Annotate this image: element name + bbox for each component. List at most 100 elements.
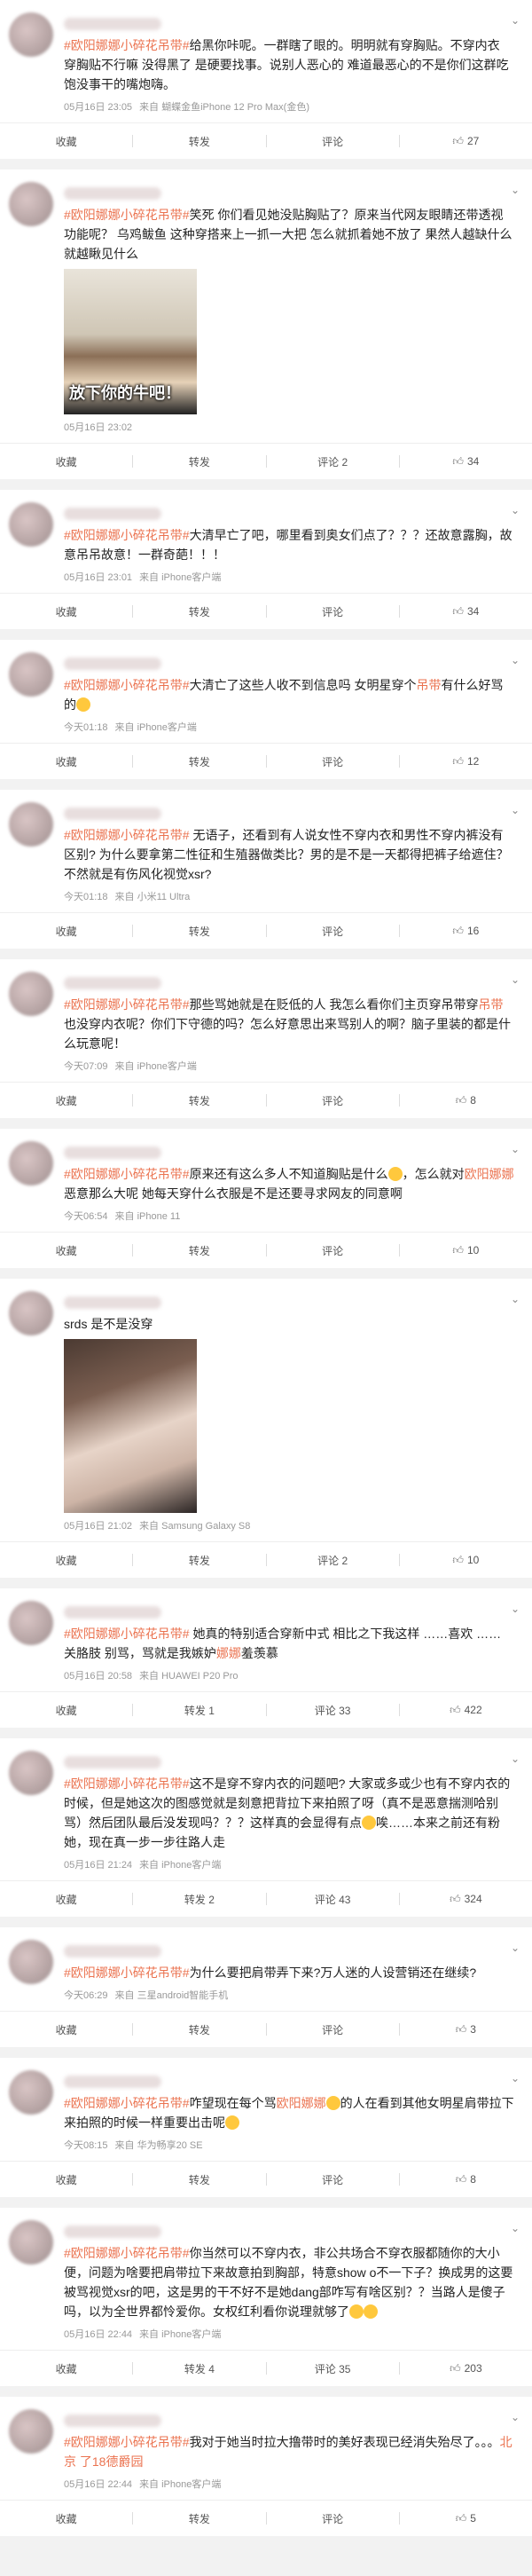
comment-button[interactable]: 评论: [267, 924, 399, 939]
forward-button[interactable]: 转发: [133, 2172, 265, 2187]
avatar[interactable]: [9, 1751, 53, 1795]
collect-button[interactable]: 收藏: [0, 604, 132, 619]
topic-link[interactable]: 吊带: [478, 997, 503, 1012]
collect-button[interactable]: 收藏: [0, 754, 132, 769]
topic-link[interactable]: #欧阳娜娜小碎花吊带#: [64, 38, 190, 52]
like-button[interactable]: 👍︎ 3: [400, 2023, 532, 2036]
forward-button[interactable]: 转发: [133, 1243, 265, 1258]
comment-button[interactable]: 评论: [267, 604, 399, 619]
forward-button[interactable]: 转发: [133, 134, 265, 149]
comment-button[interactable]: 评论 33: [267, 1703, 399, 1718]
avatar[interactable]: [9, 1141, 53, 1186]
chevron-down-icon[interactable]: ⌄: [511, 1603, 520, 1615]
collect-button[interactable]: 收藏: [0, 1892, 132, 1907]
collect-button[interactable]: 收藏: [0, 2511, 132, 2526]
collect-button[interactable]: 收藏: [0, 1553, 132, 1568]
forward-button[interactable]: 转发 2: [133, 1892, 265, 1907]
avatar[interactable]: [9, 502, 53, 547]
chevron-down-icon[interactable]: ⌄: [511, 2072, 520, 2084]
topic-link[interactable]: 娜娜: [216, 1646, 241, 1660]
username-blurred[interactable]: [64, 2415, 161, 2427]
avatar[interactable]: [9, 12, 53, 57]
comment-button[interactable]: 评论 2: [267, 1553, 399, 1568]
collect-button[interactable]: 收藏: [0, 1703, 132, 1718]
like-button[interactable]: 👍︎ 16: [400, 925, 532, 938]
collect-button[interactable]: 收藏: [0, 134, 132, 149]
topic-link[interactable]: #欧阳娜娜小碎花吊带#: [64, 2435, 190, 2449]
avatar[interactable]: [9, 1601, 53, 1645]
like-button[interactable]: 👍︎ 10: [400, 1554, 532, 1567]
collect-button[interactable]: 收藏: [0, 2022, 132, 2037]
like-button[interactable]: 👍︎ 27: [400, 135, 532, 148]
username-blurred[interactable]: [64, 1606, 161, 1619]
comment-button[interactable]: 评论 35: [267, 2361, 399, 2376]
chevron-down-icon[interactable]: ⌄: [511, 504, 520, 516]
like-button[interactable]: 👍︎ 34: [400, 455, 532, 469]
topic-link[interactable]: 欧阳娜娜: [277, 2096, 326, 2110]
forward-button[interactable]: 转发: [133, 1553, 265, 1568]
topic-link[interactable]: #欧阳娜娜小碎花吊带#: [64, 1776, 190, 1791]
username-blurred[interactable]: [64, 2225, 161, 2238]
chevron-down-icon[interactable]: ⌄: [511, 1942, 520, 1954]
collect-button[interactable]: 收藏: [0, 924, 132, 939]
username-blurred[interactable]: [64, 18, 161, 30]
like-button[interactable]: 👍︎ 422: [400, 1704, 532, 1717]
username-blurred[interactable]: [64, 187, 161, 200]
username-blurred[interactable]: [64, 807, 161, 820]
forward-button[interactable]: 转发: [133, 454, 265, 469]
like-button[interactable]: 👍︎ 10: [400, 1244, 532, 1257]
forward-button[interactable]: 转发: [133, 1093, 265, 1108]
topic-link[interactable]: #欧阳娜娜小碎花吊带#: [64, 2246, 190, 2260]
comment-button[interactable]: 评论: [267, 2022, 399, 2037]
forward-button[interactable]: 转发: [133, 2511, 265, 2526]
avatar[interactable]: [9, 2220, 53, 2265]
comment-button[interactable]: 评论: [267, 754, 399, 769]
like-button[interactable]: 👍︎ 8: [400, 2173, 532, 2186]
post-image[interactable]: 放下你的牛吧！: [64, 269, 197, 414]
topic-link[interactable]: #欧阳娜娜小碎花吊带#: [64, 997, 190, 1012]
username-blurred[interactable]: [64, 508, 161, 520]
chevron-down-icon[interactable]: ⌄: [511, 2411, 520, 2423]
avatar[interactable]: [9, 182, 53, 226]
username-blurred[interactable]: [64, 1296, 161, 1309]
like-button[interactable]: 👍︎ 203: [400, 2362, 532, 2375]
comment-button[interactable]: 评论: [267, 134, 399, 149]
avatar[interactable]: [9, 1940, 53, 1984]
username-blurred[interactable]: [64, 1756, 161, 1769]
like-button[interactable]: 👍︎ 5: [400, 2512, 532, 2525]
topic-link[interactable]: 欧阳娜娜: [465, 1167, 514, 1181]
topic-link[interactable]: #欧阳娜娜小碎花吊带#: [64, 1965, 190, 1980]
avatar[interactable]: [9, 2409, 53, 2454]
like-button[interactable]: 👍︎ 324: [400, 1893, 532, 1906]
avatar[interactable]: [9, 802, 53, 847]
comment-button[interactable]: 评论: [267, 2511, 399, 2526]
forward-button[interactable]: 转发: [133, 924, 265, 939]
chevron-down-icon[interactable]: ⌄: [511, 184, 520, 196]
like-button[interactable]: 👍︎ 34: [400, 605, 532, 618]
avatar[interactable]: [9, 1291, 53, 1335]
topic-link[interactable]: #欧阳娜娜小碎花吊带#: [64, 208, 190, 222]
avatar[interactable]: [9, 652, 53, 697]
collect-button[interactable]: 收藏: [0, 1243, 132, 1258]
chevron-down-icon[interactable]: ⌄: [511, 2222, 520, 2234]
topic-link[interactable]: #欧阳娜娜小碎花吊带#: [64, 828, 190, 842]
chevron-down-icon[interactable]: ⌄: [511, 973, 520, 986]
forward-button[interactable]: 转发 4: [133, 2361, 265, 2376]
avatar[interactable]: [9, 2070, 53, 2115]
collect-button[interactable]: 收藏: [0, 2172, 132, 2187]
username-blurred[interactable]: [64, 2076, 161, 2088]
chevron-down-icon[interactable]: ⌄: [511, 1293, 520, 1305]
forward-button[interactable]: 转发: [133, 754, 265, 769]
chevron-down-icon[interactable]: ⌄: [511, 1143, 520, 1155]
comment-button[interactable]: 评论: [267, 2172, 399, 2187]
chevron-down-icon[interactable]: ⌄: [511, 1753, 520, 1765]
topic-link[interactable]: #欧阳娜娜小碎花吊带#: [64, 1167, 190, 1181]
topic-link[interactable]: 吊带: [416, 678, 441, 692]
like-button[interactable]: 👍︎ 12: [400, 755, 532, 768]
forward-button[interactable]: 转发: [133, 2022, 265, 2037]
topic-link[interactable]: #欧阳娜娜小碎花吊带#: [64, 528, 190, 542]
chevron-down-icon[interactable]: ⌄: [511, 804, 520, 816]
forward-button[interactable]: 转发 1: [133, 1703, 265, 1718]
topic-link[interactable]: #欧阳娜娜小碎花吊带#: [64, 1627, 190, 1641]
like-button[interactable]: 👍︎ 8: [400, 1094, 532, 1107]
